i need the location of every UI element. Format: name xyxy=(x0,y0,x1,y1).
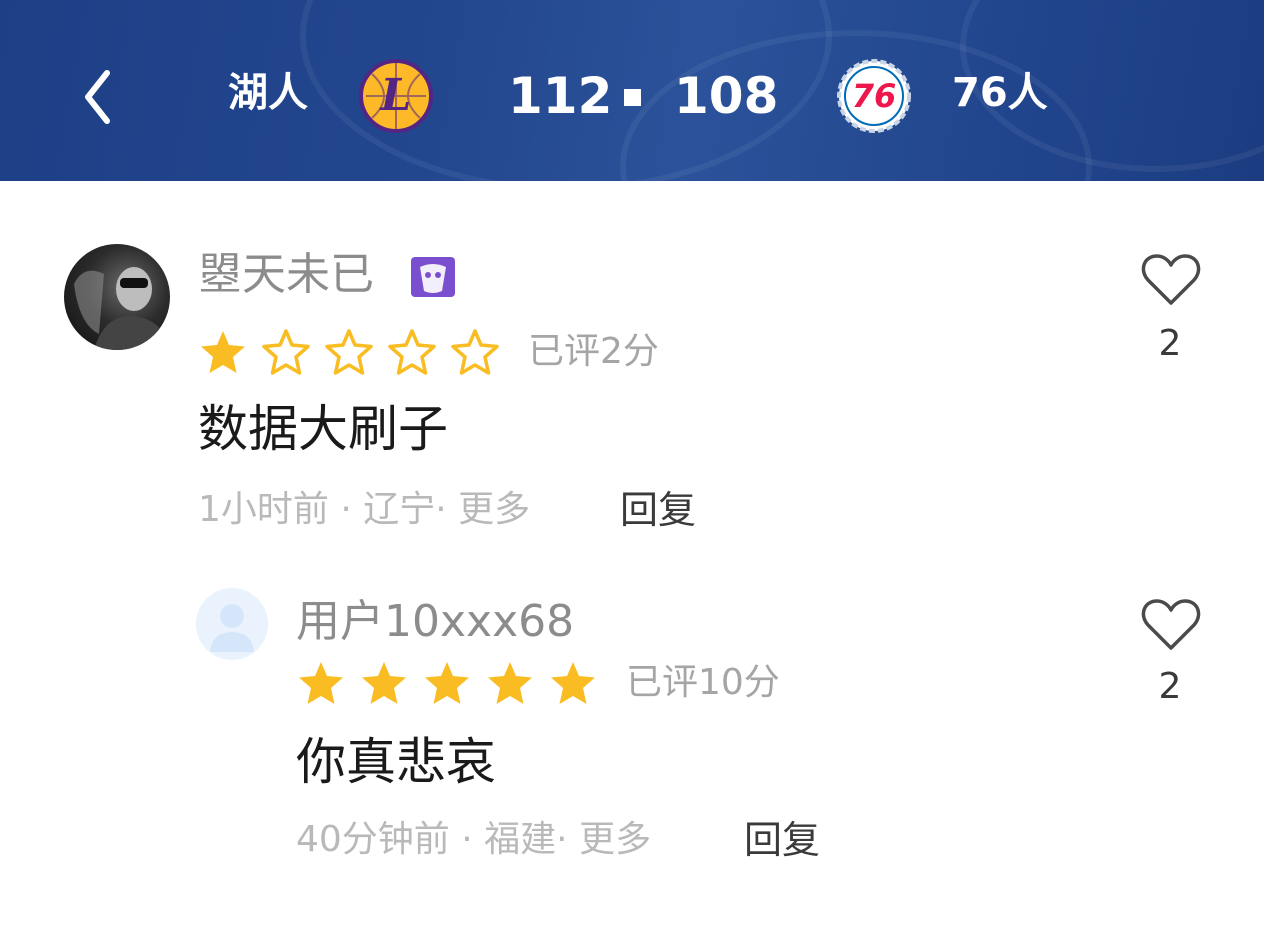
reply-button[interactable]: 回复 xyxy=(744,817,820,863)
away-team-name: 76人 xyxy=(952,70,1048,116)
chevron-left-icon xyxy=(85,70,110,124)
star-filled-icon xyxy=(488,662,532,704)
more-link[interactable]: 更多 xyxy=(579,819,651,860)
rating-stars xyxy=(198,328,500,376)
comment-content: 你真悲哀 xyxy=(296,733,496,791)
star-outline-icon xyxy=(451,329,499,375)
star-filled-icon xyxy=(551,662,595,704)
reply-button[interactable]: 回复 xyxy=(620,487,696,533)
star-outline-icon xyxy=(388,329,436,375)
rating-stars xyxy=(296,659,598,707)
back-button[interactable] xyxy=(72,62,122,132)
reply-comment-item: 用户10xxx68 已评10分 你真悲哀 40分钟前 · 福建· 更多 回复 2 xyxy=(0,561,1264,931)
away-score: 108 xyxy=(674,67,779,125)
avatar-image xyxy=(74,267,170,350)
home-team-name: 湖人 xyxy=(228,70,308,116)
comment-item: 曌天未已 已评2分 数据大刷子 1小时前 · 辽宁· 更多 回复 2 xyxy=(0,181,1264,561)
user-level-badge-icon xyxy=(411,257,455,297)
score-separator xyxy=(624,89,641,106)
comment-location: 辽宁· xyxy=(363,489,447,530)
score-header: 湖人 L 112 108 76 76人 xyxy=(0,0,1264,181)
username[interactable]: 用户10xxx68 xyxy=(296,594,574,650)
avatar[interactable] xyxy=(64,244,170,350)
star-filled-icon xyxy=(425,662,469,704)
lakers-logo-letter: L xyxy=(379,70,412,121)
rating-text: 已评10分 xyxy=(626,662,780,703)
comment-meta: 1小时前 · 辽宁· 更多 xyxy=(198,487,530,533)
comment-location: 福建· xyxy=(484,819,568,860)
meta-separator: · xyxy=(461,819,485,860)
home-score: 112 xyxy=(508,67,613,125)
star-filled-icon xyxy=(299,662,343,704)
star-filled-icon xyxy=(201,331,245,373)
sixers-logo-icon: 76 xyxy=(837,59,911,133)
lakers-logo-icon: L xyxy=(359,59,433,133)
default-avatar-icon xyxy=(210,604,254,652)
star-outline-icon xyxy=(325,329,373,375)
comment-time: 40分钟前 xyxy=(296,819,450,860)
avatar[interactable] xyxy=(196,588,268,660)
heart-icon[interactable] xyxy=(1140,597,1202,653)
comment-meta: 40分钟前 · 福建· 更多 xyxy=(296,817,651,863)
like-count: 2 xyxy=(1158,323,1182,364)
more-link[interactable]: 更多 xyxy=(458,489,530,530)
username[interactable]: 曌天未已 xyxy=(198,247,374,303)
star-filled-icon xyxy=(362,662,406,704)
comment-time: 1小时前 xyxy=(198,489,329,530)
heart-icon[interactable] xyxy=(1140,252,1202,308)
comment-content: 数据大刷子 xyxy=(198,400,448,458)
like-count: 2 xyxy=(1158,666,1182,707)
star-outline-icon xyxy=(262,329,310,375)
rating-text: 已评2分 xyxy=(528,331,659,372)
sixers-logo-number: 76 xyxy=(852,77,897,115)
meta-separator: · xyxy=(340,489,364,530)
